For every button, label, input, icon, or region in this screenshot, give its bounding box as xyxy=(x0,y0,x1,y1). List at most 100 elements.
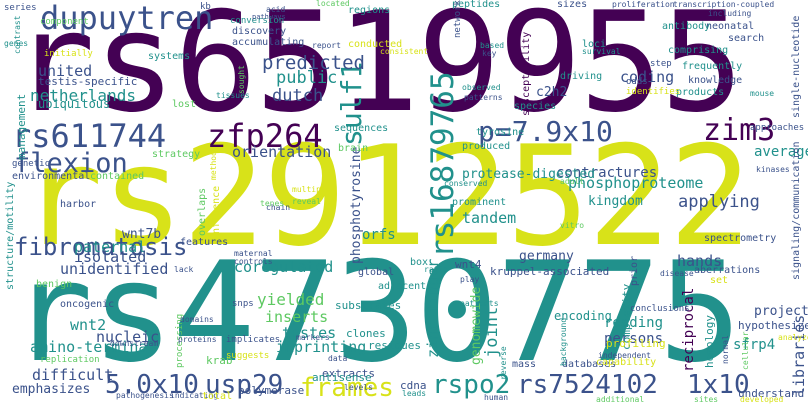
word: prominent xyxy=(452,197,507,208)
word: driving xyxy=(560,71,603,82)
word: initially xyxy=(44,49,93,59)
word: multiple xyxy=(292,185,331,194)
word: vitro xyxy=(560,221,585,230)
word: signaling/communication xyxy=(791,141,802,280)
word: leads xyxy=(402,389,427,398)
word: profiling xyxy=(606,337,666,350)
word: proliferation xyxy=(612,0,675,9)
word: phosphotyrosine xyxy=(349,146,364,264)
word: influence xyxy=(211,185,222,240)
word: markers xyxy=(296,333,330,342)
word: kruppel-associated xyxy=(490,265,610,278)
word: kinases xyxy=(756,165,790,174)
word: including xyxy=(708,9,752,18)
word: located xyxy=(316,0,350,8)
word: mass xyxy=(512,359,537,370)
word: adjacent xyxy=(378,281,427,292)
word: play xyxy=(460,275,480,284)
word: networks xyxy=(453,0,463,38)
word: clones xyxy=(346,327,386,340)
word: mouse xyxy=(750,89,775,98)
word: species xyxy=(514,101,557,112)
word: set xyxy=(710,275,729,286)
word: discovery xyxy=(232,26,287,37)
word: patients xyxy=(460,299,499,308)
word: emphasizes xyxy=(12,382,91,397)
word: residues xyxy=(368,339,421,352)
word: sfrp4 xyxy=(733,337,776,353)
word: tissues xyxy=(216,91,250,100)
word: patterns xyxy=(464,93,503,102)
word: difficult xyxy=(32,366,114,384)
word: harbor xyxy=(60,199,97,210)
word: component xyxy=(40,17,89,27)
word: public xyxy=(276,68,338,88)
word: domains xyxy=(180,315,214,324)
word: global xyxy=(358,267,395,278)
word: cellular xyxy=(741,331,750,370)
word: genes xyxy=(4,39,29,48)
word: suggests xyxy=(226,351,270,361)
word: reciprocal xyxy=(681,287,697,372)
word: knowledge xyxy=(688,75,743,86)
word: reverse xyxy=(499,346,508,380)
word: dutch xyxy=(272,86,324,106)
word: total xyxy=(202,391,233,402)
word: wnt4 xyxy=(455,258,482,271)
word: replication xyxy=(40,355,100,365)
word: human xyxy=(484,393,509,402)
word: ubiquitous xyxy=(38,97,111,111)
word: reading xyxy=(604,315,664,331)
word: phosphoproteome xyxy=(568,174,704,192)
word: kingdom xyxy=(588,194,643,209)
word: prior xyxy=(629,255,640,286)
word: products xyxy=(676,87,725,98)
word: structure/motility xyxy=(5,181,16,290)
word: transcription-coupled xyxy=(673,0,775,9)
word: consistent xyxy=(380,47,429,56)
word: capability xyxy=(596,357,657,368)
word: applying xyxy=(678,192,760,212)
word: disease xyxy=(660,269,694,278)
word: wnt7b xyxy=(122,227,162,242)
word: environmental xyxy=(12,171,91,182)
word: sizes xyxy=(557,0,588,10)
word: reveal xyxy=(292,197,321,206)
word: imprinting xyxy=(276,338,367,356)
word: contrast xyxy=(13,15,22,54)
word: benign xyxy=(36,279,73,290)
word: odds xyxy=(626,77,648,87)
word: c2h2 xyxy=(536,85,568,100)
word: analyzed xyxy=(778,333,808,342)
word: genetic xyxy=(12,159,50,169)
word: downstream xyxy=(110,339,159,348)
word: data xyxy=(328,354,348,363)
word: inserts xyxy=(265,308,329,326)
word: series xyxy=(4,3,37,13)
word: levels xyxy=(344,383,373,392)
word: orientation xyxy=(232,143,332,161)
word: normal xyxy=(721,335,730,364)
word: sites xyxy=(694,395,719,404)
word: single-nucleotide xyxy=(791,15,802,118)
word: sought xyxy=(237,65,246,94)
word: tenes xyxy=(260,199,285,208)
word: unidentified xyxy=(60,260,169,278)
word: antisense xyxy=(312,371,372,384)
word: survival xyxy=(582,47,621,56)
word: yielded xyxy=(257,290,325,309)
word: ratio xyxy=(424,265,449,274)
word: sequences xyxy=(334,123,389,134)
word: libraries xyxy=(790,314,808,396)
word: spectrometry xyxy=(704,233,777,244)
word: frequently xyxy=(682,61,743,72)
word: pathways xyxy=(252,13,286,21)
word: accumulating xyxy=(232,37,305,48)
word: approaches xyxy=(750,123,805,133)
word: antibody xyxy=(662,21,711,32)
word: report xyxy=(312,41,341,50)
word: systems xyxy=(148,51,191,62)
word: lack xyxy=(174,265,194,274)
word: proteins xyxy=(178,335,217,344)
word: comprising xyxy=(668,45,729,56)
